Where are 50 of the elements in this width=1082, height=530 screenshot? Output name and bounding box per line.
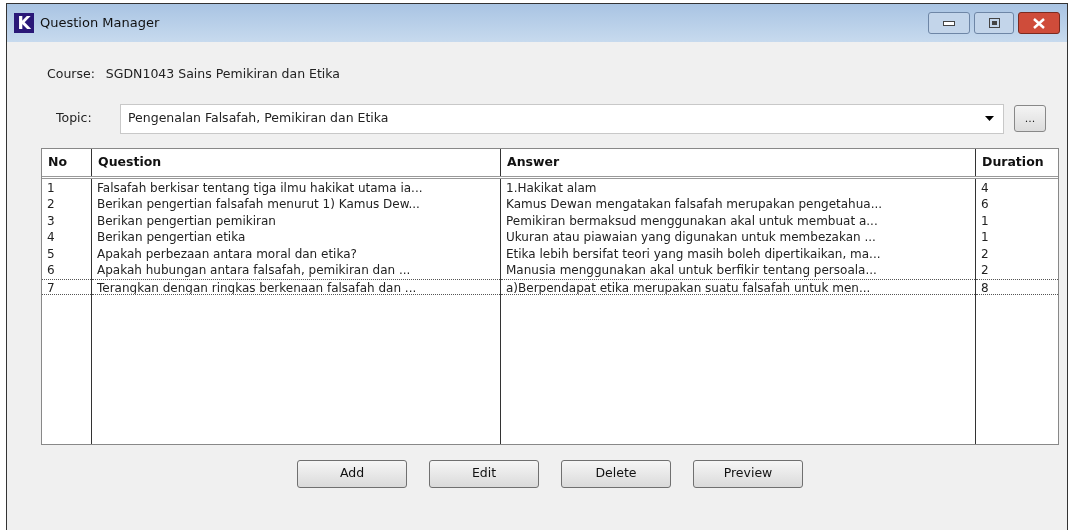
dropdown-arrow-icon (985, 116, 994, 122)
table-cell[interactable]: 1.Hakikat alam (501, 179, 975, 197)
table-cell[interactable]: 4 (42, 229, 91, 246)
app-logo: K (14, 13, 34, 33)
topic-label: Topic: (56, 109, 93, 128)
column-header[interactable]: Duration (976, 148, 1058, 176)
close-icon (1033, 17, 1045, 29)
action-button[interactable]: Add (297, 459, 407, 488)
table-cell[interactable]: Etika lebih bersifat teori yang masih boleh dipertikaikan, ma... (501, 245, 975, 263)
table-cell[interactable]: 1 (976, 229, 1058, 246)
table-cell[interactable]: 1 (42, 179, 91, 197)
table-cell[interactable]: a)Berpendapat etika merupakan suatu falsafah untuk men... (501, 278, 975, 296)
course-label: Course: (47, 65, 95, 83)
table-cell[interactable]: Pemikiran bermaksud menggunakan akal untuk membuat a... (501, 212, 975, 230)
window-title: Question Manager (40, 14, 160, 33)
table-cell[interactable]: 6 (42, 262, 91, 279)
column-header[interactable]: No (42, 148, 92, 176)
table-cell[interactable]: 6 (976, 196, 1058, 213)
close-button[interactable] (1018, 12, 1060, 34)
table-cell[interactable]: Berikan pengertian etika (92, 229, 500, 246)
table-cell[interactable]: Apakah hubungan antara falsafah, pemikiran dan ... (92, 262, 500, 279)
browse-button[interactable]: ... (1014, 105, 1046, 133)
topic-dropdown[interactable]: Pengenalan Falsafah, Pemikiran dan Etika (120, 103, 1004, 134)
course-name: SGDN1043 Sains Pemikiran dan Etika (105, 65, 340, 83)
table-cell[interactable]: 2 (976, 262, 1058, 279)
action-button[interactable]: Preview (693, 459, 803, 488)
maximize-button[interactable] (974, 12, 1014, 34)
action-button[interactable]: Edit (429, 459, 539, 488)
table-cell[interactable]: Berikan pengertian pemikiran (92, 212, 500, 230)
action-button[interactable]: Delete (561, 459, 671, 488)
table-cell[interactable]: 5 (42, 245, 91, 263)
table-cell[interactable]: 2 (976, 245, 1058, 263)
table-cell[interactable]: Falsafah berkisar tentang tiga ilmu hakikat utama ia... (92, 179, 500, 197)
table-cell[interactable]: 2 (42, 196, 91, 213)
table-cell[interactable]: 7 (42, 278, 91, 296)
column-header[interactable]: Answer (501, 148, 976, 176)
maximize-icon (988, 18, 1000, 28)
table-cell[interactable]: Ukuran atau piawaian yang digunakan untuk membezakan ... (501, 229, 975, 246)
minimize-button[interactable] (928, 12, 970, 34)
column-header[interactable]: Question (92, 148, 501, 176)
table-cell[interactable]: Kamus Dewan mengatakan falsafah merupakan pengetahua... (501, 196, 975, 213)
table-cell[interactable]: Manusia menggunakan akal untuk berfikir tentang persoala... (501, 262, 975, 279)
minimize-icon (943, 20, 955, 26)
table-cell[interactable]: 1 (976, 212, 1058, 230)
table-cell[interactable]: Apakah perbezaan antara moral dan etika? (92, 245, 500, 263)
table-cell[interactable]: 3 (42, 212, 91, 230)
table-cell[interactable]: Terangkan dengan ringkas berkenaan falsafah dan ... (92, 278, 500, 296)
table-cell[interactable]: Berikan pengertian falsafah menurut 1) Kamus Dew... (92, 196, 500, 213)
table-cell[interactable]: 4 (976, 179, 1058, 197)
table-cell[interactable]: 8 (976, 278, 1058, 296)
